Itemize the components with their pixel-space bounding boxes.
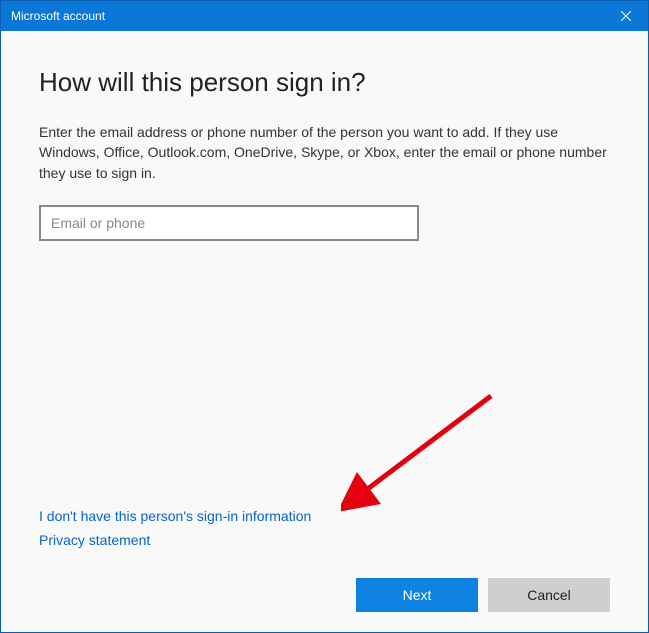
- close-button[interactable]: [603, 1, 648, 31]
- dialog-content: How will this person sign in? Enter the …: [1, 31, 648, 632]
- no-signin-info-link[interactable]: I don't have this person's sign-in infor…: [39, 508, 311, 524]
- close-icon: [621, 11, 631, 21]
- dialog-description: Enter the email address or phone number …: [39, 122, 610, 183]
- dialog-window: Microsoft account How will this person s…: [0, 0, 649, 633]
- button-row: Next Cancel: [39, 572, 610, 612]
- privacy-statement-link[interactable]: Privacy statement: [39, 532, 150, 548]
- window-title: Microsoft account: [11, 9, 105, 23]
- email-input[interactable]: [39, 205, 419, 241]
- titlebar: Microsoft account: [1, 1, 648, 31]
- cancel-button[interactable]: Cancel: [488, 578, 610, 612]
- links-section: I don't have this person's sign-in infor…: [39, 508, 610, 556]
- dialog-heading: How will this person sign in?: [39, 67, 610, 98]
- next-button[interactable]: Next: [356, 578, 478, 612]
